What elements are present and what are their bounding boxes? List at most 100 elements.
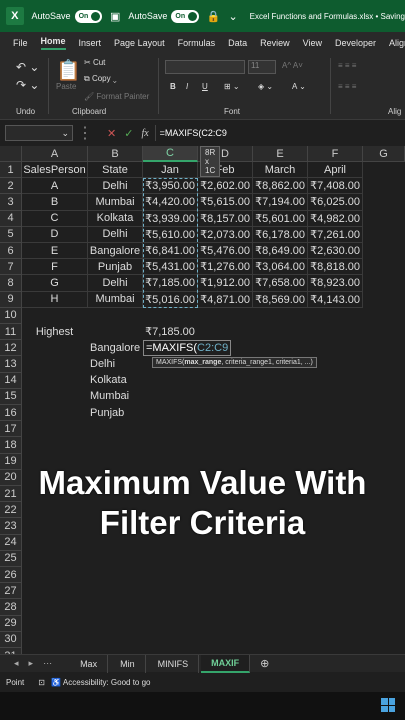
macro-record-icon[interactable]: ⊡	[38, 678, 45, 687]
grid-cell[interactable]	[22, 583, 88, 599]
grid-cell[interactable]	[88, 421, 143, 437]
grid-cell[interactable]	[363, 421, 405, 437]
active-edit-cell[interactable]: =MAXIFS(C2:C9	[143, 340, 232, 357]
table-cell[interactable]: ₹6,025.00	[308, 194, 363, 211]
chevron-down-icon[interactable]: ⌄	[61, 128, 69, 139]
grid-cell[interactable]	[88, 308, 143, 324]
grid-cell[interactable]	[143, 389, 198, 405]
grid-cell[interactable]	[22, 340, 88, 356]
table-cell[interactable]: Delhi	[88, 178, 143, 195]
row-header-13[interactable]: 13	[0, 356, 22, 373]
row-header-2[interactable]: 2	[0, 178, 22, 195]
table-cell[interactable]: C	[22, 210, 88, 227]
table-cell[interactable]: ₹4,871.00	[198, 291, 253, 308]
grow-font-icon[interactable]: A^ A˅	[282, 61, 303, 70]
table-cell[interactable]: ₹8,923.00	[308, 275, 363, 292]
sheet-tab-minifs[interactable]: MINIFS	[148, 654, 200, 673]
grid-cell[interactable]	[143, 632, 198, 648]
grid-cell[interactable]	[198, 551, 253, 567]
grid-cell[interactable]	[143, 599, 198, 615]
header-cell[interactable]: March	[253, 162, 308, 179]
name-box[interactable]: ⌄	[5, 125, 73, 141]
grid-cell[interactable]	[363, 583, 405, 599]
grid-cell[interactable]	[198, 373, 253, 389]
grid-cell[interactable]	[198, 567, 253, 583]
tab-prev-icon[interactable]: ◂	[14, 658, 19, 669]
sheet-tab-maxif[interactable]: MAXIF	[201, 654, 251, 673]
table-cell[interactable]: ₹4,982.00	[308, 210, 363, 227]
grid-cell[interactable]	[88, 616, 143, 632]
row-header-28[interactable]: 28	[0, 599, 22, 616]
grid-cell[interactable]	[253, 551, 308, 567]
sheet-tab-min[interactable]: Min	[110, 654, 146, 673]
grid-cell[interactable]	[363, 437, 405, 453]
grid-cell[interactable]	[308, 616, 363, 632]
grid-cell[interactable]	[198, 421, 253, 437]
table-cell[interactable]: Delhi	[88, 226, 143, 243]
grid-cell[interactable]	[253, 405, 308, 421]
table-cell[interactable]: ₹8,818.00	[308, 259, 363, 276]
grid-cell[interactable]	[308, 583, 363, 599]
grid-cell[interactable]	[363, 211, 405, 227]
autosave-toggle[interactable]: On	[74, 9, 102, 23]
grid-cell[interactable]	[22, 389, 88, 405]
row-header-15[interactable]: 15	[0, 388, 22, 405]
grid-cell[interactable]	[198, 389, 253, 405]
grid-cell[interactable]	[88, 567, 143, 583]
cut-button[interactable]: ✂ Cut	[84, 58, 105, 67]
row-header-29[interactable]: 29	[0, 615, 22, 632]
row-header-5[interactable]: 5	[0, 226, 22, 243]
header-cell[interactable]: April	[308, 162, 363, 179]
table-cell[interactable]: ₹2,630.00	[308, 243, 363, 260]
table-cell[interactable]: B	[22, 194, 88, 211]
font-name-select[interactable]	[165, 60, 245, 74]
row-header-9[interactable]: 9	[0, 291, 22, 308]
table-cell[interactable]: E	[22, 243, 88, 260]
save-icon[interactable]: ▣	[110, 10, 120, 23]
table-cell[interactable]: ₹8,649.00	[253, 243, 308, 260]
header-cell[interactable]: SalesPerson	[22, 162, 88, 179]
grid-cell[interactable]	[308, 437, 363, 453]
menu-developer[interactable]: Developer	[335, 38, 376, 48]
grid-cell[interactable]	[363, 405, 405, 421]
grid-cell[interactable]	[88, 599, 143, 615]
table-cell[interactable]: Punjab	[88, 259, 143, 276]
grid-cell[interactable]	[308, 567, 363, 583]
grid-cell[interactable]	[198, 616, 253, 632]
grid-cell[interactable]	[198, 599, 253, 615]
grid-cell[interactable]	[363, 259, 405, 275]
chevron-down-icon[interactable]: ⌄	[228, 10, 237, 23]
cancel-icon[interactable]: ✕	[107, 127, 116, 140]
menu-home[interactable]: Home	[40, 36, 66, 50]
table-cell[interactable]: ₹5,601.00	[253, 210, 308, 227]
row-header-18[interactable]: 18	[0, 437, 22, 454]
menu-page-layout[interactable]: Page Layout	[114, 38, 165, 48]
row-header-4[interactable]: 4	[0, 210, 22, 227]
grid-cell[interactable]	[253, 421, 308, 437]
grid-cell[interactable]	[363, 243, 405, 259]
format-painter-button[interactable]: 🖌 Format Painter	[84, 92, 149, 101]
menu-insert[interactable]: Insert	[79, 38, 102, 48]
table-cell[interactable]: ₹3,950.00	[143, 178, 198, 195]
paste-label[interactable]: Paste	[56, 82, 76, 91]
row-header-16[interactable]: 16	[0, 405, 22, 422]
grid-cell[interactable]	[22, 551, 88, 567]
grid-cell[interactable]	[22, 405, 88, 421]
windows-start-icon[interactable]	[381, 698, 395, 712]
grid-cell[interactable]	[363, 308, 405, 324]
align-top-icon[interactable]: ≡ ≡ ≡	[338, 61, 356, 70]
fill-color-icon[interactable]: ◈ ⌄	[258, 82, 273, 91]
grid-cell[interactable]	[253, 599, 308, 615]
grid-cell[interactable]	[363, 324, 405, 340]
paste-icon[interactable]: 📋	[56, 58, 81, 83]
grid-cell[interactable]	[22, 599, 88, 615]
table-cell[interactable]: ₹5,476.00	[198, 243, 253, 260]
font-size-select[interactable]: 11	[248, 60, 276, 74]
grid-cell[interactable]	[253, 373, 308, 389]
row-header-14[interactable]: 14	[0, 372, 22, 389]
grid-cell[interactable]	[308, 632, 363, 648]
column-header-b[interactable]: B	[88, 146, 143, 162]
table-cell[interactable]: ₹8,569.00	[253, 291, 308, 308]
table-cell[interactable]: Mumbai	[88, 291, 143, 308]
grid-cell[interactable]	[22, 421, 88, 437]
